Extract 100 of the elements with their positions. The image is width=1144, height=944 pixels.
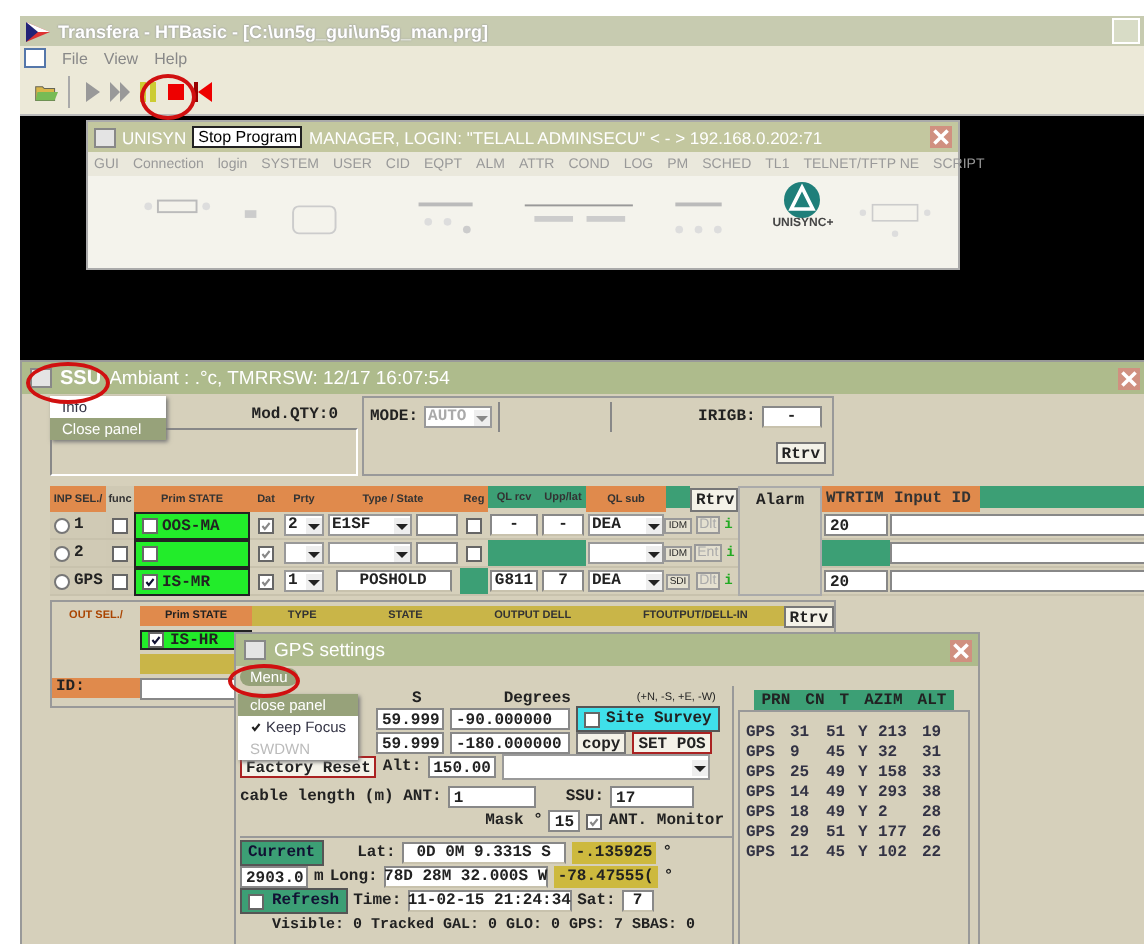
type-field: POSHOLD [335, 570, 451, 592]
checkbox[interactable] [142, 546, 158, 562]
wait-time-field[interactable]: 20 [824, 570, 888, 592]
checkbox[interactable] [258, 545, 274, 561]
checkbox[interactable] [466, 545, 482, 561]
checkbox[interactable] [258, 573, 274, 589]
dropdown[interactable]: DEA [588, 570, 664, 592]
longitude-field: 78D 28M 32.000S W [383, 866, 548, 888]
dropdown-arrow-icon [394, 517, 410, 533]
satellite-system: GPS [746, 824, 777, 842]
checkbox[interactable] [112, 517, 128, 533]
satellite-altitude: 22 [922, 844, 944, 862]
satellite-system: GPS [746, 784, 777, 802]
radio-button[interactable] [54, 517, 70, 533]
dropdown-arrow-icon [646, 517, 662, 533]
column-header: T [839, 691, 850, 709]
pause-icon[interactable] [134, 76, 162, 108]
altitude-field[interactable]: 150.00 [427, 756, 496, 778]
dropdown[interactable]: 2 [284, 514, 324, 536]
wait-time-field[interactable]: 20 [824, 514, 888, 536]
primary-state: IS-MR [162, 573, 211, 591]
dropdown-arrow-icon [306, 573, 322, 589]
checkbox[interactable] [586, 813, 603, 829]
satellite-altitude: 31 [922, 744, 944, 762]
dropdown[interactable]: DEA [588, 514, 664, 536]
satellite-prn: 18 [790, 804, 812, 822]
primary-state: OOS-MA [162, 517, 220, 535]
menu-item[interactable]: View [103, 49, 139, 67]
radio-button[interactable] [54, 573, 70, 589]
cable-length-label: cable length (m) ANT: [240, 788, 442, 806]
site-survey-toggle[interactable]: Site Survey [576, 706, 720, 732]
antenna-monitor-label: ANT. Monitor [608, 812, 724, 830]
satellite-azimuth: 213 [878, 724, 909, 742]
satellite-azimuth: 158 [878, 764, 909, 782]
checkbox[interactable] [258, 517, 274, 533]
column-label: Degrees [503, 689, 571, 707]
checkbox[interactable] [112, 545, 128, 561]
satellite-system: GPS [746, 724, 777, 742]
retrieve-button[interactable]: Rtrv [690, 487, 738, 511]
column-header: CN [805, 691, 825, 709]
mode-label: MODE: [370, 408, 419, 426]
irigb-field[interactable]: - [761, 406, 822, 428]
satellite-azimuth: 293 [878, 784, 909, 802]
column-header: Input ID [890, 486, 980, 512]
column-header: AZIM [864, 691, 903, 709]
refresh-toggle[interactable]: Refresh [240, 888, 348, 914]
copy-button[interactable]: copy [576, 732, 627, 754]
current-button[interactable]: Current [240, 840, 324, 866]
satellite-altitude: 26 [922, 824, 944, 842]
satellite-prn: 31 [790, 724, 812, 742]
satellite-azimuth: 32 [878, 744, 900, 762]
mask-field[interactable]: 15 [548, 810, 581, 832]
ssu-label: SSU: [565, 788, 605, 806]
menu-item[interactable]: File [62, 49, 88, 67]
close-button[interactable] [950, 639, 972, 661]
satellite-prn: 14 [790, 784, 812, 802]
radio-button[interactable] [54, 545, 70, 561]
time-label: Time: [353, 892, 402, 910]
window-icon [94, 127, 116, 147]
dropdown[interactable]: E1SF [328, 514, 412, 536]
antenna-cable-field[interactable]: 1 [447, 786, 536, 808]
satellite-cn: 45 [826, 744, 848, 762]
column-header: PRN [761, 691, 791, 709]
checkbox[interactable] [112, 573, 128, 589]
close-button[interactable] [1118, 367, 1140, 389]
input-id-field[interactable] [890, 514, 1144, 536]
longitude-seconds-field[interactable]: 59.999 [376, 732, 444, 754]
checkbox[interactable] [466, 517, 482, 533]
latitude-decimal: -.135925 [571, 842, 657, 864]
retrieve-button[interactable]: Rtrv [775, 442, 826, 464]
window-subtitle: Ambiant : .°c, TMRRSW: 12/17 16:07:54 [109, 367, 450, 389]
satellite-prn: 29 [790, 824, 812, 842]
satellite-system: GPS [746, 844, 777, 862]
input-number: 2 [74, 544, 84, 562]
id-label: ID: [52, 678, 140, 698]
retrieve-button[interactable]: Rtrv [783, 605, 834, 627]
satellite-cn: 49 [826, 804, 848, 822]
checkbox[interactable] [148, 632, 164, 648]
satellite-altitude: 19 [922, 724, 944, 742]
input-id-field[interactable] [890, 542, 1144, 564]
altitude-label: Alt: [382, 758, 422, 776]
latitude-seconds-field[interactable]: 59.999 [376, 708, 444, 730]
satellite-count-label: Sat: [577, 892, 616, 910]
time-field: 11-02-15 21:24:34 [407, 890, 572, 912]
dropdown[interactable]: 1 [284, 570, 324, 592]
checkbox[interactable] [142, 518, 158, 534]
latitude-degrees-field[interactable]: -90.000000 [450, 708, 570, 730]
longitude-degrees-field[interactable]: -180.000000 [450, 732, 570, 754]
step-back-icon[interactable] [190, 76, 218, 108]
close-button[interactable] [930, 126, 952, 148]
checkbox[interactable] [142, 574, 158, 590]
window-icon [244, 640, 266, 660]
ssu-cable-field[interactable]: 17 [610, 786, 695, 808]
menu-item[interactable]: Help [154, 49, 188, 67]
dropdown[interactable] [284, 542, 324, 564]
satellite-tracked: Y [858, 804, 870, 822]
set-position-button[interactable]: SET POS [632, 732, 712, 754]
input-id-field[interactable] [890, 570, 1144, 592]
dropdown-arrow-icon [306, 545, 322, 561]
fast-forward-icon[interactable] [106, 76, 134, 108]
